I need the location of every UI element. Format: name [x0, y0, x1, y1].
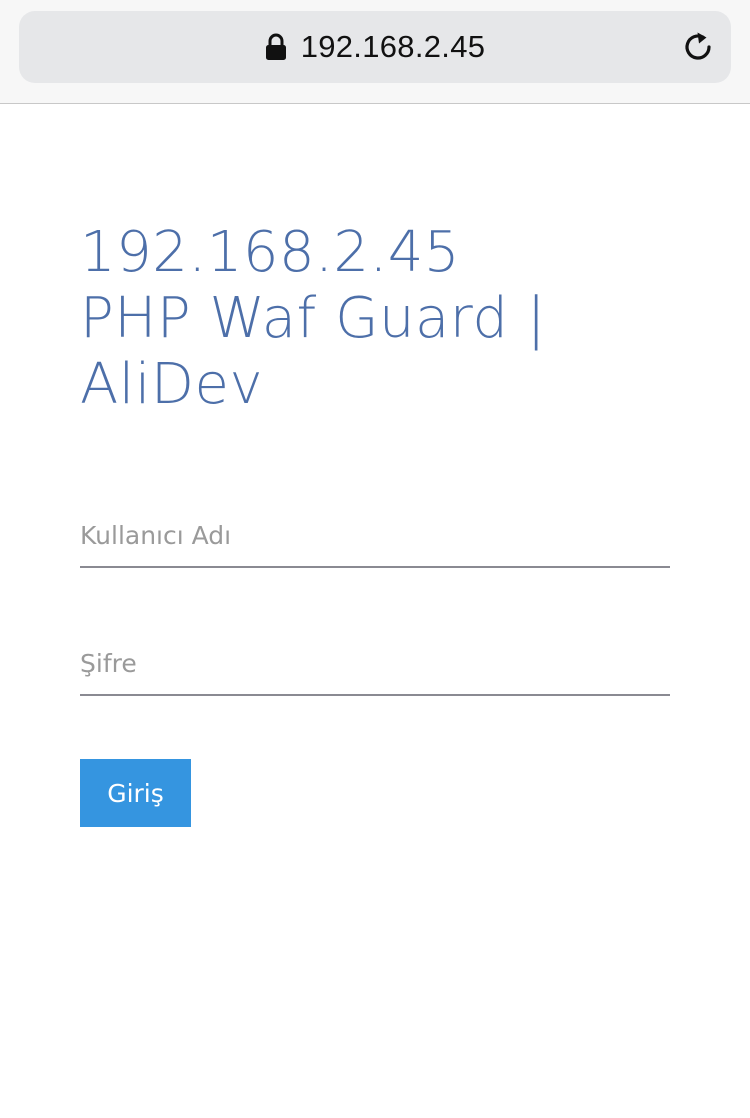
password-input[interactable] [80, 634, 670, 692]
lock-icon [265, 33, 286, 60]
username-field [80, 506, 670, 568]
username-input[interactable] [80, 506, 670, 564]
address-content: 192.168.2.45 [19, 11, 731, 83]
title-line-app: PHP Waf Guard | [80, 286, 547, 351]
reload-icon[interactable] [682, 30, 716, 64]
page-title: 192.168.2.45 PHP Waf Guard | AliDev [80, 220, 680, 418]
title-line-ip: 192.168.2.45 [80, 220, 461, 285]
browser-toolbar: 192.168.2.45 [0, 0, 750, 104]
password-field [80, 634, 670, 696]
login-button[interactable]: Giriş [80, 759, 191, 827]
title-line-author: AliDev [80, 352, 264, 417]
address-bar[interactable]: 192.168.2.45 [19, 11, 731, 83]
address-url: 192.168.2.45 [300, 29, 486, 64]
login-page: 192.168.2.45 PHP Waf Guard | AliDev Giri… [0, 104, 750, 1118]
